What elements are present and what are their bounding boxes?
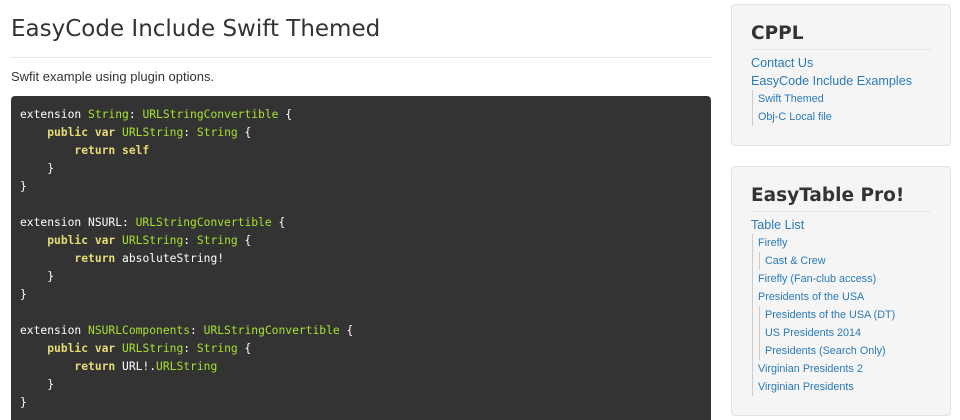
us-presidents-2014-link[interactable]: US Presidents 2014 — [765, 324, 931, 342]
code-line: } — [20, 376, 702, 394]
code-token: } — [20, 396, 27, 409]
code-token: URLStringConvertible — [203, 324, 340, 337]
code-token: URL!. — [115, 360, 157, 373]
code-line: return URL!.URLString — [20, 358, 702, 376]
code-token: URLString — [122, 342, 184, 355]
easycode-examples-link[interactable]: EasyCode Include Examples — [751, 72, 931, 90]
presidents-sublist: Presidents of the USA (DT) US Presidents… — [759, 306, 931, 360]
code-token: { — [278, 108, 293, 121]
code-token: : — [183, 126, 197, 139]
code-line: return self — [20, 142, 702, 160]
widget-divider — [751, 49, 931, 50]
code-line: extension NSURLComponents: URLStringConv… — [20, 322, 702, 340]
code-line: } — [20, 394, 702, 412]
page-title: EasyCode Include Swift Themed — [11, 16, 381, 42]
code-token: return — [74, 360, 116, 373]
code-block: extension String: URLStringConvertible {… — [11, 96, 711, 420]
code-token: : — [128, 108, 143, 121]
code-token: URLString — [122, 234, 184, 247]
code-token: extension — [20, 324, 89, 337]
code-token: public var — [47, 234, 116, 247]
virginian-presidents-link[interactable]: Virginian Presidents — [758, 378, 931, 396]
table-list-link[interactable]: Table List — [751, 216, 931, 234]
code-token: } — [20, 162, 55, 175]
table-sublist: Firefly Cast & Crew Firefly (Fan-club ac… — [752, 234, 931, 396]
cast-crew-link[interactable]: Cast & Crew — [765, 252, 931, 270]
code-token: return self — [74, 144, 150, 157]
easytable-widget: EasyTable Pro! Table List Firefly Cast &… — [731, 166, 951, 416]
code-token: { — [271, 216, 286, 229]
code-token: { — [237, 126, 252, 139]
widget-title-easytable: EasyTable Pro! — [751, 185, 905, 206]
cppl-widget: CPPL Contact Us EasyCode Include Example… — [731, 4, 951, 146]
code-line: extension String: URLStringConvertible { — [20, 106, 702, 124]
firefly-sublist: Cast & Crew — [759, 252, 931, 270]
code-token: extension — [20, 108, 89, 121]
widget-divider — [751, 211, 931, 212]
code-line: } — [20, 178, 702, 196]
code-token: String — [196, 126, 238, 139]
presidents-usa-link[interactable]: Presidents of the USA — [758, 288, 931, 306]
presidents-dt-link[interactable]: Presidents of the USA (DT) — [765, 306, 931, 324]
code-token: } — [20, 270, 55, 283]
code-token: : — [183, 234, 197, 247]
code-token: absoluteString! — [115, 252, 225, 265]
code-token: URLString — [156, 360, 218, 373]
firefly-link[interactable]: Firefly — [758, 234, 931, 252]
code-token: String — [196, 234, 238, 247]
code-token: public var — [47, 126, 116, 139]
swift-themed-link[interactable]: Swift Themed — [758, 90, 931, 108]
objc-local-file-link[interactable]: Obj-C Local file — [758, 108, 931, 126]
main-content: EasyCode Include Swift Themed Swfit exam… — [11, 0, 711, 420]
code-token: String — [88, 108, 129, 121]
code-token: } — [20, 288, 27, 301]
widget-title-cppl: CPPL — [751, 23, 804, 44]
firefly-fanclub-link[interactable]: Firefly (Fan-club access) — [758, 270, 931, 288]
presidents-search-link[interactable]: Presidents (Search Only) — [765, 342, 931, 360]
code-line: extension NSURL: URLStringConvertible { — [20, 214, 702, 232]
code-token: { — [339, 324, 354, 337]
code-token: URLStringConvertible — [142, 108, 279, 121]
code-token: NSURLComponents — [88, 324, 191, 337]
code-line: public var URLString: String { — [20, 232, 702, 250]
code-line: } — [20, 160, 702, 178]
code-line: } — [20, 286, 702, 304]
sidebar: CPPL Contact Us EasyCode Include Example… — [731, 4, 951, 416]
code-token: URLStringConvertible — [135, 216, 272, 229]
code-token: String — [196, 342, 238, 355]
virginian-presidents-2-link[interactable]: Virginian Presidents 2 — [758, 360, 931, 378]
code-line: return absoluteString! — [20, 250, 702, 268]
code-line: public var URLString: String { — [20, 124, 702, 142]
code-token: { — [237, 342, 252, 355]
code-line: public var URLString: String { — [20, 340, 702, 358]
title-divider — [11, 57, 711, 58]
code-token: : — [190, 324, 204, 337]
code-token: return — [74, 252, 116, 265]
code-token: } — [20, 378, 55, 391]
code-token: public var — [47, 342, 116, 355]
code-line: } — [20, 268, 702, 286]
code-token: : — [183, 342, 197, 355]
code-token: } — [20, 180, 27, 193]
code-token: URLString — [122, 126, 184, 139]
code-token: extension NSURL: — [20, 216, 136, 229]
intro-text: Swfit example using plugin options. — [11, 69, 215, 84]
contact-us-link[interactable]: Contact Us — [751, 54, 931, 72]
code-token: { — [237, 234, 252, 247]
examples-sublist: Swift Themed Obj-C Local file — [752, 90, 931, 126]
